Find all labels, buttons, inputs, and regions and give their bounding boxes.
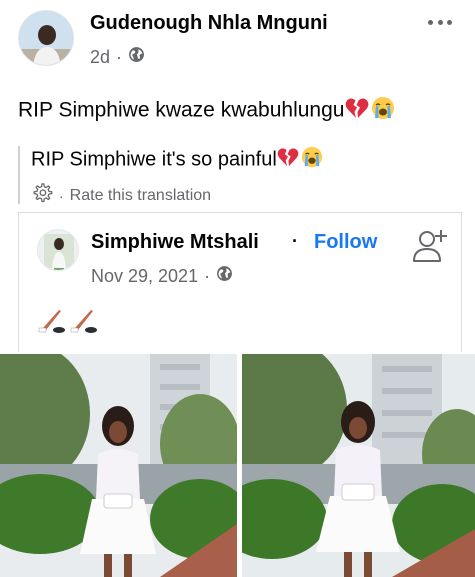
photo-woman-white-outfit-1[interactable] xyxy=(0,354,237,577)
follow-button[interactable]: Follow xyxy=(314,231,377,254)
author-avatar[interactable] xyxy=(18,10,74,66)
post-meta: 2d · xyxy=(90,46,145,68)
broken-heart-emoji xyxy=(277,147,299,173)
broken-heart-emoji xyxy=(345,97,369,125)
add-friend-icon[interactable] xyxy=(411,227,449,265)
rate-separator: · xyxy=(59,187,64,204)
rate-translation-link[interactable]: Rate this translation xyxy=(70,187,211,205)
post-text: RIP Simphiwe kwaze kwabuhlungu xyxy=(18,96,395,126)
more-dots-icon[interactable] xyxy=(424,10,456,34)
globe-icon xyxy=(216,265,233,287)
gear-icon xyxy=(31,182,53,209)
shared-post-text xyxy=(37,309,99,340)
shared-post-meta: Nov 29, 2021 · xyxy=(91,265,233,287)
loudly-crying-face-emoji xyxy=(371,96,395,126)
post-time[interactable]: 2d xyxy=(90,47,110,68)
hockey-stick-emoji xyxy=(69,309,99,340)
date-separator: · xyxy=(204,265,211,286)
meta-separator: · xyxy=(116,46,123,67)
hockey-stick-emoji xyxy=(37,309,67,340)
follow-separator: · xyxy=(292,231,298,251)
loudly-crying-face-emoji xyxy=(301,146,323,174)
post-header: Gudenough Nhla Mnguni 2d · xyxy=(0,0,475,80)
translation-text: RIP Simphiwe it's so painful xyxy=(31,146,458,174)
author-name[interactable]: Gudenough Nhla Mnguni xyxy=(90,12,328,35)
shared-author-name[interactable]: Simphiwe Mtshali xyxy=(91,231,259,254)
shared-post-date[interactable]: Nov 29, 2021 xyxy=(91,266,198,287)
translation-text-content: RIP Simphiwe it's so painful xyxy=(31,148,277,171)
shared-author-avatar[interactable] xyxy=(37,229,79,271)
shared-post[interactable]: Simphiwe Mtshali · Follow Nov 29, 2021 · xyxy=(18,212,462,352)
translation-block: RIP Simphiwe it's so painful · Rate this… xyxy=(18,146,458,204)
post-text-content: RIP Simphiwe kwaze kwabuhlungu xyxy=(18,98,345,122)
globe-icon xyxy=(128,46,145,68)
photo-woman-white-outfit-2[interactable] xyxy=(242,354,475,577)
rate-translation-row[interactable]: · Rate this translation xyxy=(31,182,458,209)
